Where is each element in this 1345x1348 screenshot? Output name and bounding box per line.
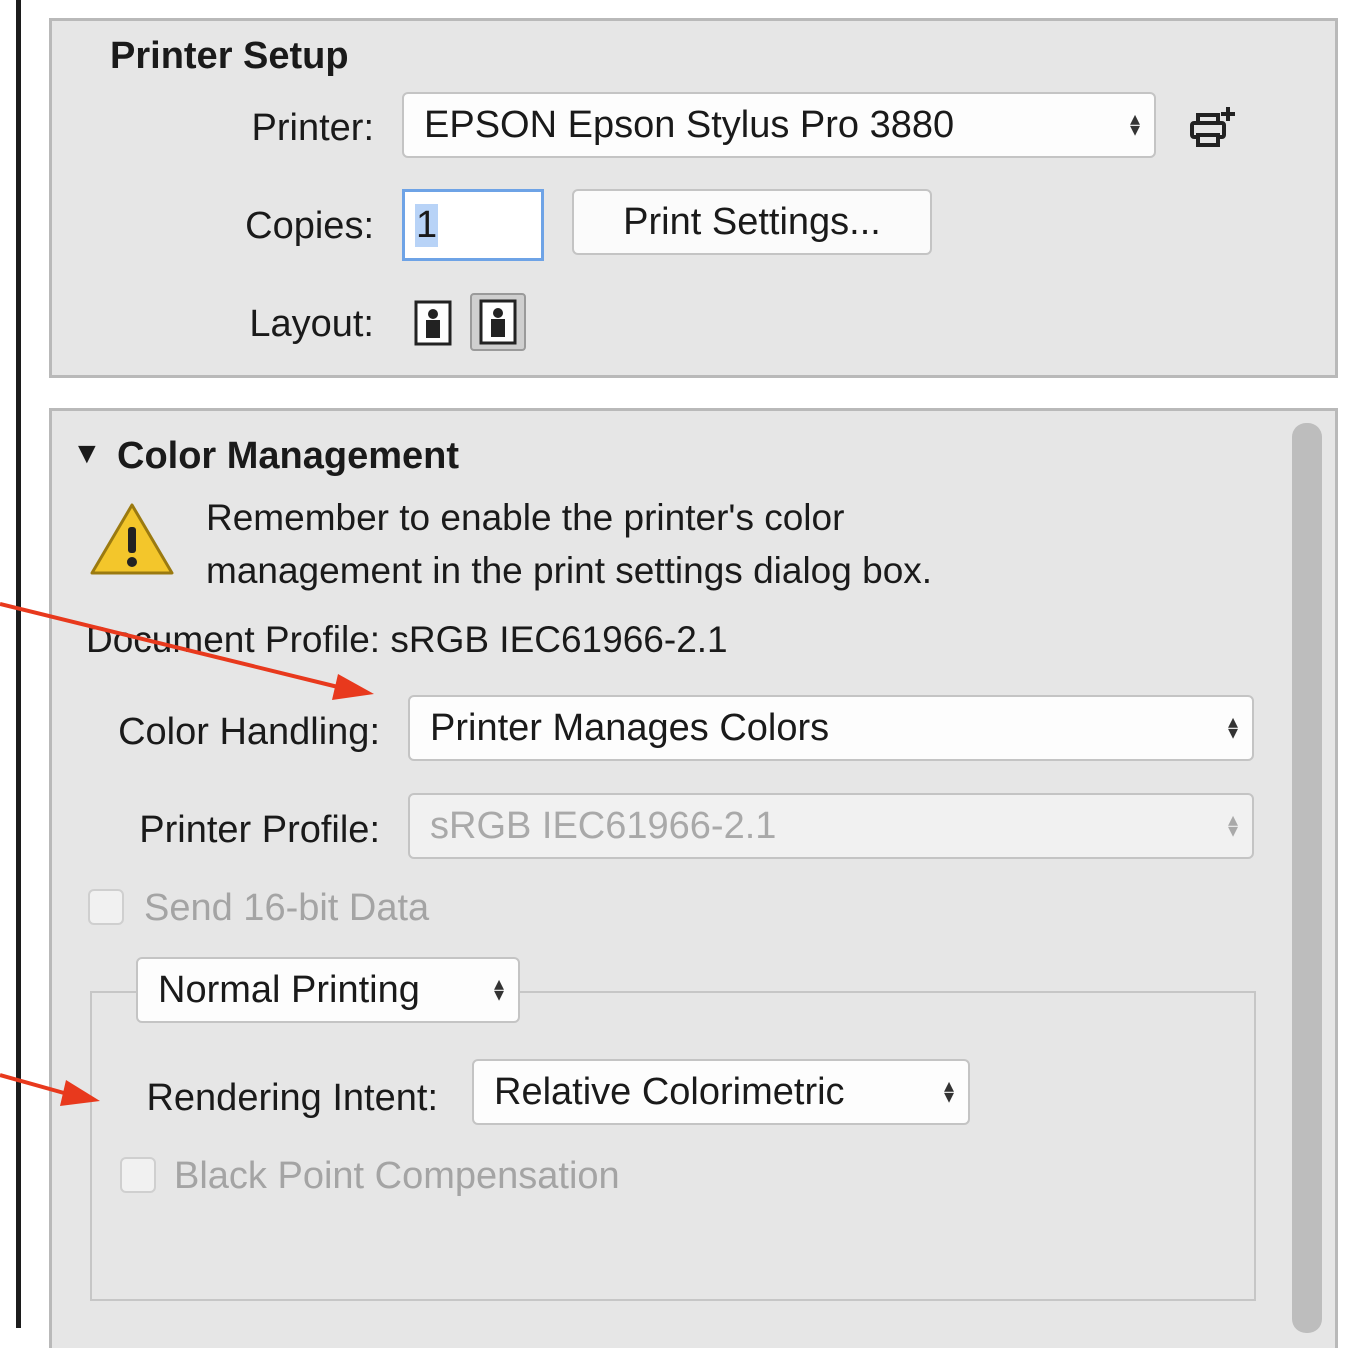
color-management-panel: ▼ Color Management Remember to enable th… [49,408,1338,1348]
warning-icon [88,499,176,579]
rendering-intent-label: Rendering Intent: [146,1077,438,1119]
copies-input[interactable]: 1 [402,189,544,261]
updown-arrows-icon: ▴ ▾ [1227,711,1238,744]
add-printer-icon[interactable] [1184,103,1244,153]
copies-label: Copies: [245,205,374,247]
color-handling-label: Color Handling: [118,711,380,753]
color-handling-select[interactable]: Printer Manages Colors ▴ ▾ [408,695,1254,761]
send-16bit-label: Send 16-bit Data [144,887,430,929]
updown-arrows-icon: ▴ ▾ [943,1075,954,1108]
updown-arrows-icon: ▴ ▾ [1129,108,1140,141]
printer-profile-select[interactable]: sRGB IEC61966-2.1 ▴ ▾ [408,793,1254,859]
scrollbar-thumb[interactable] [1292,423,1322,1333]
printer-setup-panel: Printer Setup Printer: EPSON Epson Stylu… [49,18,1338,378]
warning-message: Remember to enable the printer's color m… [206,491,932,597]
document-profile-text: Document Profile: sRGB IEC61966-2.1 [86,619,728,660]
disclosure-triangle-icon[interactable]: ▼ [72,437,102,471]
left-edge-bar [16,0,21,1328]
black-point-label: Black Point Compensation [174,1155,620,1197]
printing-options-group [90,991,1256,1301]
landscape-layout-icon[interactable] [470,293,526,351]
warning-line-2: management in the print settings dialog … [206,550,933,591]
layout-label: Layout: [249,303,374,345]
warning-line-1: Remember to enable the printer's color [206,497,845,538]
updown-arrows-icon: ▴ ▾ [1227,809,1238,842]
printing-mode-value: Normal Printing [158,968,420,1011]
color-handling-value: Printer Manages Colors [430,706,830,749]
printer-profile-value: sRGB IEC61966-2.1 [430,804,777,847]
black-point-checkbox[interactable] [120,1157,156,1193]
printer-profile-label: Printer Profile: [139,809,380,851]
updown-arrows-icon: ▴ ▾ [493,973,504,1006]
rendering-intent-select[interactable]: Relative Colorimetric ▴ ▾ [472,1059,970,1125]
printer-select[interactable]: EPSON Epson Stylus Pro 3880 ▴ ▾ [402,92,1156,158]
send-16bit-checkbox[interactable] [88,889,124,925]
printer-label: Printer: [251,107,374,149]
color-management-title: Color Management [117,435,460,477]
printer-select-value: EPSON Epson Stylus Pro 3880 [424,103,955,146]
print-settings-button[interactable]: Print Settings... [572,189,932,255]
rendering-intent-value: Relative Colorimetric [494,1070,845,1113]
copies-value: 1 [415,203,439,247]
printer-setup-title: Printer Setup [110,35,349,77]
printing-mode-select[interactable]: Normal Printing ▴ ▾ [136,957,520,1023]
portrait-layout-icon[interactable] [410,298,458,348]
